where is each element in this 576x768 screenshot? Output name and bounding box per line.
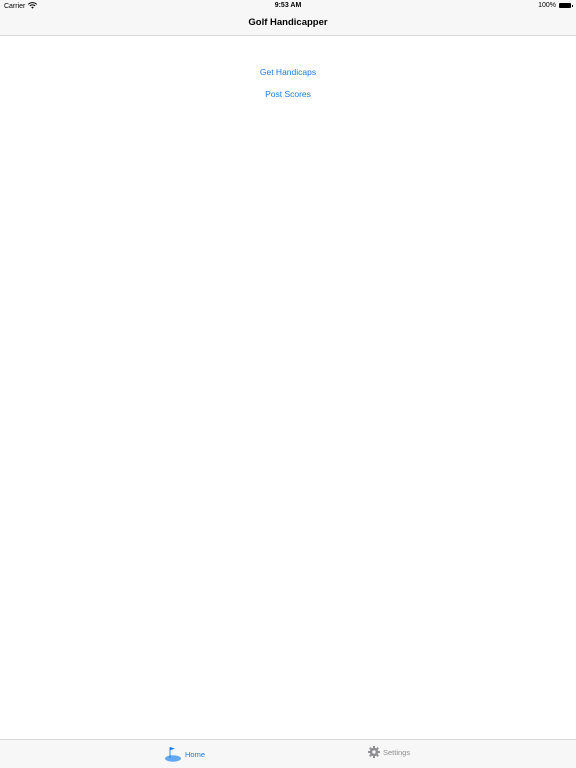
golf-flag-icon (164, 746, 182, 762)
app-screen: Carrier 9:53 AM 100% Golf Handicapper Ge… (0, 0, 576, 768)
page-title: Golf Handicapper (248, 17, 328, 28)
tab-settings[interactable]: Settings (368, 746, 410, 758)
status-time: 9:53 AM (274, 2, 302, 9)
tab-home[interactable]: Home (164, 746, 205, 762)
tab-home-label: Home (185, 749, 206, 759)
tab-settings-label: Settings (383, 747, 411, 757)
battery-fill (560, 4, 570, 7)
gear-icon (368, 746, 380, 758)
status-bar: Carrier 9:53 AM 100% (0, 0, 576, 12)
tab-bar: Home Settings (0, 739, 576, 768)
get-handicaps-button[interactable]: Get Handicaps (0, 67, 576, 77)
battery-percent: 100% (538, 2, 556, 9)
battery-icon (559, 3, 573, 8)
status-right: 100% (538, 2, 573, 9)
navigation-bar: Golf Handicapper (0, 12, 576, 36)
post-scores-button[interactable]: Post Scores (0, 89, 576, 99)
